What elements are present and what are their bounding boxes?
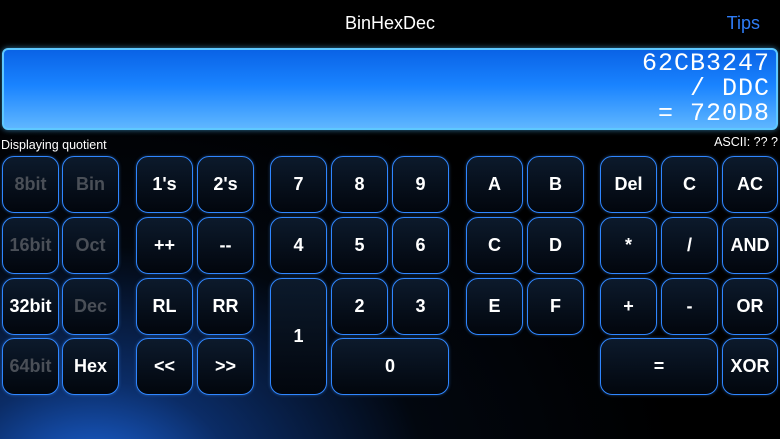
hex-c-label: C	[488, 235, 501, 255]
clear-label: C	[683, 174, 696, 194]
divide-label: /	[686, 235, 692, 255]
64bit-button[interactable]: 64bit	[2, 338, 59, 395]
hex-button[interactable]: Hex	[62, 338, 119, 395]
equals-button[interactable]: =	[600, 338, 718, 395]
hex-b-button[interactable]: B	[527, 156, 584, 213]
dec-button[interactable]: Dec	[62, 278, 119, 335]
digit-3-label: 3	[415, 296, 426, 316]
oct-label: Oct	[75, 235, 106, 255]
digit-6-label: 6	[415, 235, 426, 255]
xor-label: XOR	[730, 356, 770, 376]
twos-complement-label: 2's	[213, 174, 238, 194]
plus-label: +	[623, 296, 634, 316]
multiply-label: *	[624, 235, 632, 255]
digit-7-label: 7	[293, 174, 304, 194]
digit-0-button[interactable]: 0	[331, 338, 449, 395]
digit-0-label: 0	[384, 356, 395, 376]
shift-right-button[interactable]: >>	[197, 338, 254, 395]
hex-a-label: A	[488, 174, 501, 194]
digit-1-label: 1	[293, 326, 304, 346]
hex-f-label: F	[550, 296, 561, 316]
shift-right-label: >>	[214, 356, 237, 376]
minus-label: -	[686, 296, 693, 316]
shift-left-button[interactable]: <<	[136, 338, 193, 395]
rotate-right-button[interactable]: RR	[197, 278, 254, 335]
xor-button[interactable]: XOR	[722, 338, 778, 395]
digit-2-button[interactable]: 2	[331, 278, 388, 335]
or-button[interactable]: OR	[722, 278, 778, 335]
shift-left-label: <<	[153, 356, 176, 376]
digit-6-button[interactable]: 6	[392, 217, 449, 274]
rotate-left-label: RL	[152, 296, 177, 316]
tips-button[interactable]: Tips	[727, 13, 760, 34]
ones-complement-label: 1's	[152, 174, 177, 194]
hex-f-button[interactable]: F	[527, 278, 584, 335]
and-button[interactable]: AND	[722, 217, 778, 274]
rotate-right-label: RR	[212, 296, 239, 316]
ones-complement-button[interactable]: 1's	[136, 156, 193, 213]
divide-button[interactable]: /	[661, 217, 718, 274]
digit-9-button[interactable]: 9	[392, 156, 449, 213]
8bit-button[interactable]: 8bit	[2, 156, 59, 213]
increment-button[interactable]: ++	[136, 217, 193, 274]
digit-4-button[interactable]: 4	[270, 217, 327, 274]
increment-label: ++	[153, 235, 176, 255]
digit-5-label: 5	[354, 235, 365, 255]
digit-5-button[interactable]: 5	[331, 217, 388, 274]
digit-7-button[interactable]: 7	[270, 156, 327, 213]
hex-d-button[interactable]: D	[527, 217, 584, 274]
delete-button[interactable]: Del	[600, 156, 657, 213]
or-label: OR	[736, 296, 764, 316]
digit-1-button[interactable]: 1	[270, 278, 327, 395]
64bit-label: 64bit	[9, 356, 52, 376]
digit-3-button[interactable]: 3	[392, 278, 449, 335]
delete-label: Del	[614, 174, 643, 194]
plus-button[interactable]: +	[600, 278, 657, 335]
oct-button[interactable]: Oct	[62, 217, 119, 274]
display-line-result: = 720D8	[657, 99, 770, 128]
16bit-label: 16bit	[9, 235, 52, 255]
bin-button[interactable]: Bin	[62, 156, 119, 213]
and-label: AND	[730, 235, 770, 255]
rotate-left-button[interactable]: RL	[136, 278, 193, 335]
digit-2-label: 2	[354, 296, 365, 316]
bin-label: Bin	[76, 174, 105, 194]
decrement-button[interactable]: --	[197, 217, 254, 274]
twos-complement-button[interactable]: 2's	[197, 156, 254, 213]
app-title: BinHexDec	[344, 13, 436, 33]
ascii-readout: ASCII: ?? ?	[714, 135, 778, 149]
hex-c-button[interactable]: C	[466, 217, 523, 274]
result-display: 62CB3247 / DDC = 720D8	[2, 48, 778, 130]
status-message: Displaying quotient	[1, 138, 107, 152]
32bit-label: 32bit	[9, 296, 52, 316]
32bit-button[interactable]: 32bit	[2, 278, 59, 335]
digit-8-label: 8	[354, 174, 365, 194]
8bit-label: 8bit	[14, 174, 47, 194]
hex-d-label: D	[549, 235, 562, 255]
equals-label: =	[653, 356, 665, 376]
minus-button[interactable]: -	[661, 278, 718, 335]
hex-b-label: B	[549, 174, 562, 194]
decrement-label: --	[219, 235, 232, 255]
clear-button[interactable]: C	[661, 156, 718, 213]
16bit-button[interactable]: 16bit	[2, 217, 59, 274]
digit-8-button[interactable]: 8	[331, 156, 388, 213]
hex-a-button[interactable]: A	[466, 156, 523, 213]
hex-label: Hex	[73, 356, 108, 376]
digit-4-label: 4	[293, 235, 304, 255]
digit-9-label: 9	[415, 174, 426, 194]
hex-e-button[interactable]: E	[466, 278, 523, 335]
hex-e-label: E	[488, 296, 501, 316]
all-clear-label: AC	[737, 174, 763, 194]
dec-label: Dec	[73, 296, 108, 316]
all-clear-button[interactable]: AC	[722, 156, 778, 213]
multiply-button[interactable]: *	[600, 217, 657, 274]
